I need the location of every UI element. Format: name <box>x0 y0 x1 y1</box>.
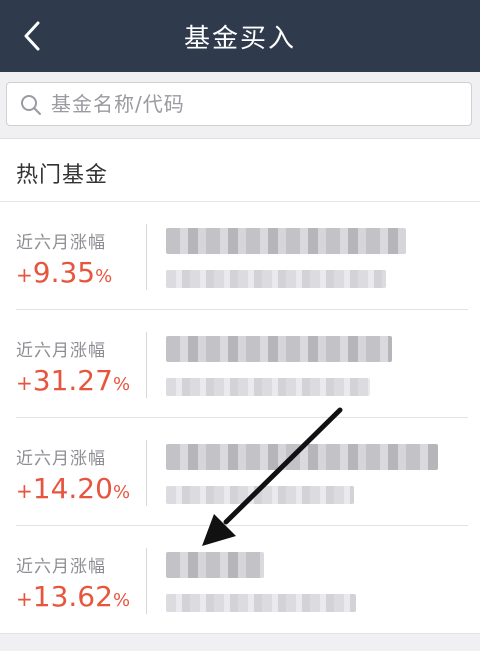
gain-value: +9.35% <box>16 256 112 289</box>
gain-value: +14.20% <box>16 472 130 505</box>
top-nav-bar: 基金买入 <box>0 0 480 72</box>
divider <box>146 224 147 290</box>
gain-number: 31.27 <box>32 364 113 397</box>
fund-code-blurred <box>166 486 354 504</box>
fund-code-blurred <box>166 270 386 288</box>
gain-sign: + <box>16 587 33 611</box>
gain-unit: % <box>95 266 113 287</box>
gain-sign: + <box>16 371 33 395</box>
gain-unit: % <box>112 374 131 395</box>
gain-label: 近六月涨幅 <box>16 341 106 361</box>
fund-item[interactable]: 近六月涨幅 +31.27% <box>0 310 480 418</box>
fund-code-blurred <box>166 594 356 612</box>
divider <box>146 332 147 398</box>
fund-item[interactable]: 近六月涨幅 +13.62% <box>0 526 480 634</box>
fund-code-blurred <box>166 378 370 396</box>
gain-label: 近六月涨幅 <box>16 233 106 253</box>
fund-item[interactable]: 近六月涨幅 +9.35% <box>0 202 480 310</box>
search-bar <box>0 72 480 138</box>
fund-name-blurred <box>166 444 438 470</box>
gain-sign: + <box>16 479 33 503</box>
fund-name-blurred <box>166 228 406 254</box>
search-icon <box>21 95 41 115</box>
gain-number: 9.35 <box>32 256 96 289</box>
search-box[interactable] <box>6 82 472 126</box>
gain-unit: % <box>112 482 131 503</box>
section-header: 热门基金 <box>0 138 480 202</box>
divider <box>146 440 147 506</box>
gain-unit: % <box>112 590 131 611</box>
gain-number: 14.20 <box>32 472 113 505</box>
gain-value: +13.62% <box>16 580 130 613</box>
gain-value: +31.27% <box>16 364 130 397</box>
page-title: 基金买入 <box>183 23 296 54</box>
fund-name-blurred <box>166 336 392 362</box>
gain-label: 近六月涨幅 <box>16 449 106 469</box>
gain-sign: + <box>16 263 33 287</box>
fund-name-blurred <box>166 552 264 578</box>
gain-label: 近六月涨幅 <box>16 557 106 577</box>
fund-item[interactable]: 近六月涨幅 +14.20% <box>0 418 480 526</box>
section-title: 热门基金 <box>16 163 109 188</box>
divider <box>146 548 147 614</box>
search-input[interactable] <box>51 83 451 125</box>
footer-strip <box>0 634 480 651</box>
gain-number: 13.62 <box>32 580 113 613</box>
fund-list: 近六月涨幅 +9.35% 近六月涨幅 +31.27% 近六月涨幅 +14.20%… <box>0 202 480 634</box>
